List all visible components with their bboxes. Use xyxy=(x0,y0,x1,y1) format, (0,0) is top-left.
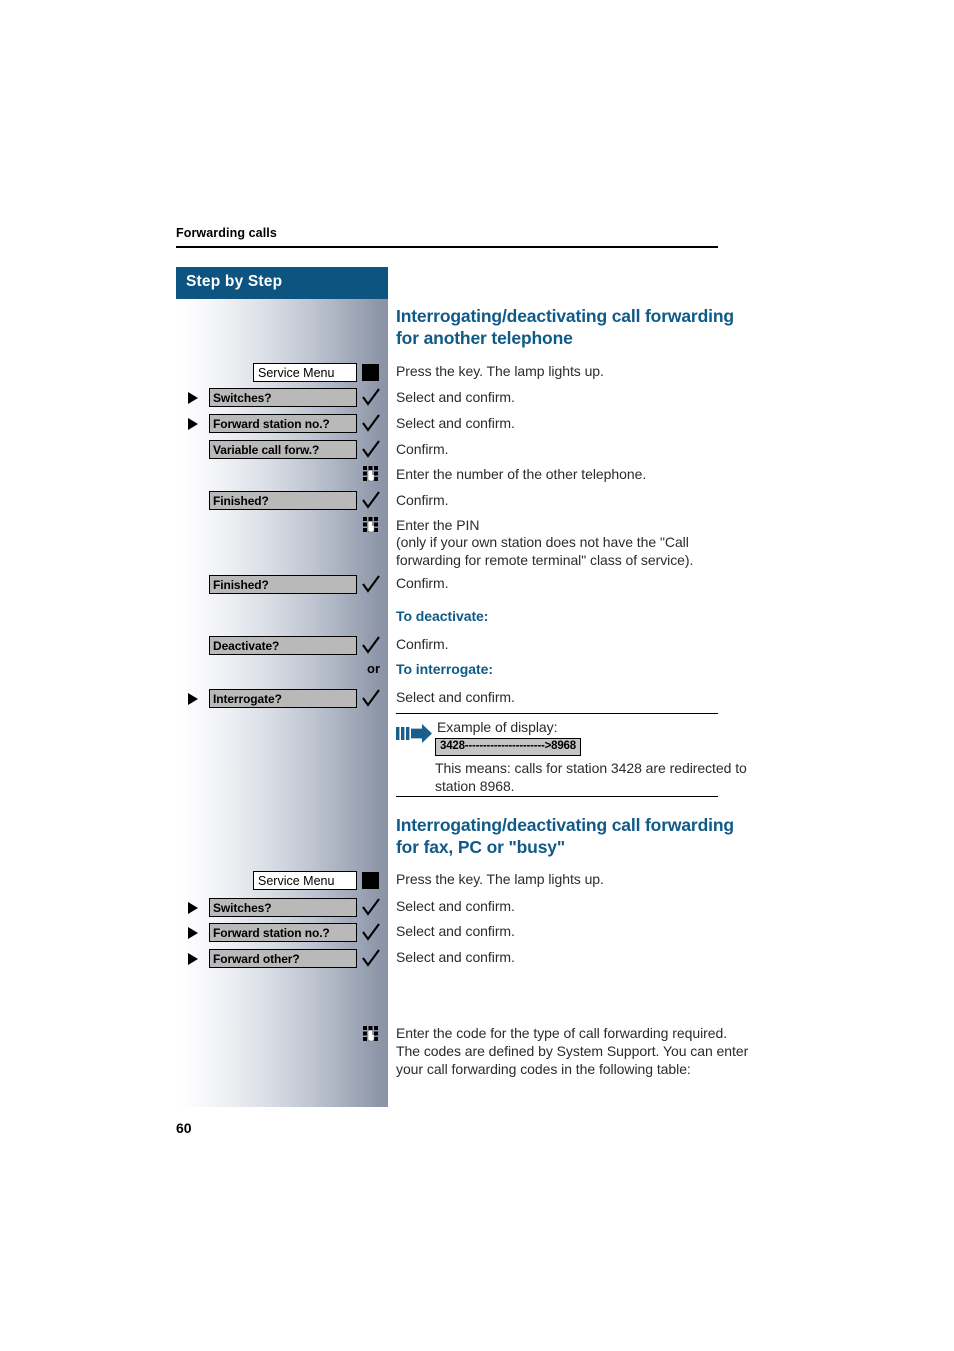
service-menu-box[interactable]: Service Menu xyxy=(253,363,357,382)
to-interrogate-heading: To interrogate: xyxy=(396,661,493,677)
select-arrow-icon xyxy=(186,391,200,405)
instruction-line: Confirm. xyxy=(396,636,449,652)
menu-option-label: Switches? xyxy=(213,390,272,405)
instruction-line: Select and confirm. xyxy=(396,415,515,431)
keypad-icon xyxy=(362,516,381,535)
sidebar-row-keypad-1 xyxy=(176,465,388,485)
menu-option-box[interactable]: Forward other? xyxy=(209,949,357,968)
sidebar-row-keypad-3 xyxy=(176,1025,388,1045)
instruction-line: Confirm. xyxy=(396,441,449,457)
page-number: 60 xyxy=(176,1120,192,1136)
confirm-check-icon xyxy=(360,947,382,969)
section-1-heading: Interrogating/deactivating call forwardi… xyxy=(396,306,734,348)
sidebar-title: Step by Step xyxy=(186,273,283,290)
note-top-rule xyxy=(396,713,718,715)
menu-option-label: Switches? xyxy=(213,900,272,915)
menu-option-label: Forward other? xyxy=(213,951,300,966)
menu-option-box[interactable]: Deactivate? xyxy=(209,636,357,655)
menu-option-label: Interrogate? xyxy=(213,691,282,706)
instruction-line: Enter the PIN xyxy=(396,517,480,533)
menu-option-label: Forward station no.? xyxy=(213,416,330,431)
sidebar-row-finished-2: Finished? xyxy=(176,575,388,595)
keypad-icon xyxy=(362,465,381,484)
sidebar-row-switches-1: Switches? xyxy=(176,388,388,408)
instruction-line: Select and confirm. xyxy=(396,923,515,939)
sidebar-row-finished-1: Finished? xyxy=(176,491,388,511)
step-by-step-sidebar: Step by Step Service Menu Switches? Forw… xyxy=(176,267,388,1107)
menu-option-box[interactable]: Switches? xyxy=(209,898,357,917)
confirm-check-icon xyxy=(360,489,382,511)
sidebar-header: Step by Step xyxy=(176,267,388,299)
section-2-heading: Interrogating/deactivating call forwardi… xyxy=(396,815,734,857)
instruction-line: Select and confirm. xyxy=(396,898,515,914)
note-arrow-icon xyxy=(396,722,440,746)
select-arrow-icon xyxy=(186,926,200,940)
confirm-check-icon xyxy=(360,921,382,943)
instruction-line: Confirm. xyxy=(396,575,449,591)
phone-display-text: 3428---------------------->8968 xyxy=(440,740,576,752)
confirm-check-icon xyxy=(360,896,382,918)
sidebar-row-keypad-2 xyxy=(176,516,388,536)
service-menu-label: Service Menu xyxy=(258,873,335,888)
service-menu-box[interactable]: Service Menu xyxy=(253,871,357,890)
sidebar-row-deactivate: Deactivate? xyxy=(176,636,388,656)
instruction-line: Select and confirm. xyxy=(396,949,515,965)
menu-option-box[interactable]: Finished? xyxy=(209,491,357,510)
keypad-icon xyxy=(362,1025,381,1044)
menu-option-label: Deactivate? xyxy=(213,638,280,653)
lamp-key-icon[interactable] xyxy=(362,364,379,381)
confirm-check-icon xyxy=(360,412,382,434)
confirm-check-icon xyxy=(360,438,382,460)
sidebar-row-forward-other: Forward other? xyxy=(176,949,388,969)
or-separator-label: or xyxy=(367,661,380,676)
menu-option-box[interactable]: Finished? xyxy=(209,575,357,594)
menu-option-label: Finished? xyxy=(213,493,269,508)
service-menu-label: Service Menu xyxy=(258,365,335,380)
menu-option-box[interactable]: Forward station no.? xyxy=(209,923,357,942)
instruction-line: Select and confirm. xyxy=(396,689,515,705)
running-head: Forwarding calls xyxy=(176,226,718,240)
sidebar-row-switches-2: Switches? xyxy=(176,898,388,918)
instruction-line: Select and confirm. xyxy=(396,389,515,405)
running-head-text: Forwarding calls xyxy=(176,226,277,240)
lamp-key-icon[interactable] xyxy=(362,872,379,889)
sidebar-row-forward-station-no-1: Forward station no.? xyxy=(176,414,388,434)
menu-option-label: Forward station no.? xyxy=(213,925,330,940)
sidebar-row-service-menu-2: Service Menu xyxy=(176,871,388,891)
confirm-check-icon xyxy=(360,386,382,408)
menu-option-label: Variable call forw.? xyxy=(213,442,320,457)
sidebar-row-forward-station-no-2: Forward station no.? xyxy=(176,923,388,943)
instruction-line: Press the key. The lamp lights up. xyxy=(396,871,604,887)
select-arrow-icon xyxy=(186,901,200,915)
sidebar-row-service-menu-1: Service Menu xyxy=(176,363,388,383)
note-caption: Example of display: xyxy=(437,719,558,735)
note-explanation: This means: calls for station 3428 are r… xyxy=(435,760,747,794)
closing-paragraph: Enter the code for the type of call forw… xyxy=(396,1025,749,1077)
instruction-line: Confirm. xyxy=(396,492,449,508)
confirm-check-icon xyxy=(360,687,382,709)
instruction-line: Enter the number of the other telephone. xyxy=(396,466,647,482)
instruction-note: (only if your own station does not have … xyxy=(396,534,694,568)
menu-option-box[interactable]: Forward station no.? xyxy=(209,414,357,433)
confirm-check-icon xyxy=(360,573,382,595)
note-bottom-rule xyxy=(396,796,718,798)
instruction-line: Press the key. The lamp lights up. xyxy=(396,363,604,379)
document-page: Forwarding calls Step by Step Service Me… xyxy=(0,0,954,1351)
phone-display-example: 3428---------------------->8968 xyxy=(435,738,581,756)
select-arrow-icon xyxy=(186,417,200,431)
select-arrow-icon xyxy=(186,692,200,706)
menu-option-box[interactable]: Interrogate? xyxy=(209,689,357,708)
sidebar-row-variable-call-forw: Variable call forw.? xyxy=(176,440,388,460)
select-arrow-icon xyxy=(186,952,200,966)
running-head-rule xyxy=(176,246,718,248)
sidebar-row-or: or xyxy=(176,660,388,680)
menu-option-box[interactable]: Variable call forw.? xyxy=(209,440,357,459)
menu-option-box[interactable]: Switches? xyxy=(209,388,357,407)
sidebar-row-interrogate: Interrogate? xyxy=(176,689,388,709)
menu-option-label: Finished? xyxy=(213,577,269,592)
to-deactivate-heading: To deactivate: xyxy=(396,608,489,624)
confirm-check-icon xyxy=(360,634,382,656)
